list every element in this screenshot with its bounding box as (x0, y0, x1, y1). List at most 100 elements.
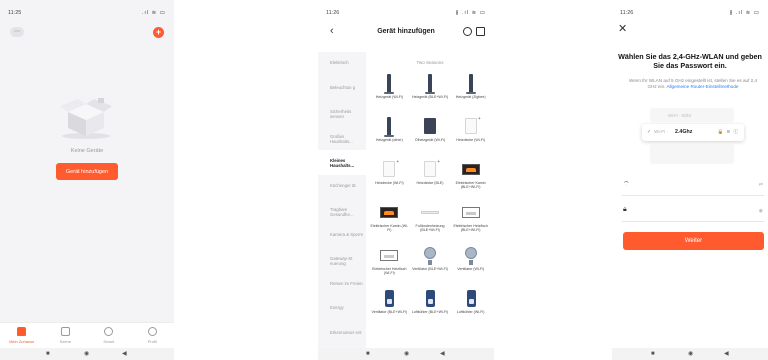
device-item[interactable]: Ölheizgerät (Wi-Fi) (410, 116, 451, 159)
heated-blanket-image (462, 116, 481, 136)
back-key-icon[interactable]: ◀ (440, 351, 445, 357)
smart-icon (104, 327, 114, 336)
empty-state-text: Keine Geräte (70, 148, 104, 154)
device-label: Heizdecke (Wi-Fi) (375, 181, 404, 185)
recents-key-icon[interactable]: ■ (651, 351, 655, 357)
qr-scan-icon[interactable] (476, 27, 485, 36)
back-key-icon[interactable]: ◀ (122, 351, 127, 357)
tab-label: Profil (147, 339, 157, 344)
air-cooler-image (421, 288, 439, 308)
device-label: Heizgerät (Zigbee) (455, 95, 486, 99)
auto-scan-icon[interactable] (463, 27, 472, 36)
category-item[interactable]: Küchenger ät (318, 175, 366, 200)
check-icon: ✓ (647, 129, 652, 135)
device-item[interactable]: Luftkühler (BLE+Wi-Fi) (410, 288, 451, 331)
radiator-image (380, 116, 398, 137)
device-item[interactable]: Ventilator (Wi-Fi) (450, 245, 491, 288)
system-nav-bar: ■ ◉ ◀ (318, 348, 494, 360)
show-password-icon[interactable]: ◉ (759, 208, 763, 214)
device-shape (465, 74, 476, 94)
device-item[interactable]: Heizdecke (BLE) (410, 159, 451, 202)
air-cooler-image (462, 288, 480, 308)
category-item[interactable]: Kamera & Sperre (318, 224, 366, 249)
add-device-button[interactable]: Gerät hinzufügen (56, 163, 118, 180)
device-item[interactable]: Luftkühler (Wi-Fi) (450, 288, 491, 331)
device-item[interactable]: Ventilator (BLE+Wi-Fi) (369, 288, 410, 331)
tab-label: Smart (103, 339, 115, 344)
wifi-icon: ⌔ (623, 181, 630, 188)
tab-label: Mein Zuhause (9, 339, 35, 344)
heater-image (461, 202, 480, 222)
category-item[interactable]: Beleuchtun g (318, 77, 366, 102)
empty-box-illustration (60, 98, 112, 139)
category-item[interactable]: Großes Haushalts... (318, 126, 366, 151)
device-item[interactable]: Elektrischer Heizfisch (BLE+Wi-Fi) (450, 202, 491, 245)
tab-scene[interactable]: Szene (44, 323, 88, 348)
category-item[interactable]: Energy (318, 297, 366, 322)
recents-key-icon[interactable]: ■ (366, 351, 370, 357)
device-item[interactable]: Heizgerät (other) (369, 116, 410, 159)
device-item[interactable]: Elektrischer Kamin (BLE+Wi-Fi) (450, 159, 491, 202)
device-shape (423, 118, 436, 134)
device-label: Luftkühler (BLE+Wi-Fi) (411, 310, 449, 314)
screen-home: 11:25 .ıl ≋ ▭ ⋯ + Keine Geräte Gerät hin… (0, 0, 174, 360)
status-time: 11:26 (620, 10, 634, 16)
close-icon[interactable]: ✕ (618, 24, 627, 35)
category-item[interactable]: Gateway-St euerung (318, 248, 366, 273)
tab-smart[interactable]: Smart (87, 323, 131, 348)
password-field[interactable]: 🔒︎ ◉ (622, 202, 764, 222)
category-item[interactable]: Erkennunser ent (318, 322, 366, 347)
radiator-image (380, 73, 398, 94)
home-switcher-icon[interactable]: ⋯ (10, 27, 24, 37)
router-settings-link[interactable]: Allgemeine Router-Einstellmethode (666, 84, 738, 89)
category-item[interactable]: Elektrisch (318, 52, 366, 77)
device-label: Elektrischer Kamin (BLE+Wi-Fi) (455, 181, 486, 190)
profile-icon (147, 327, 157, 336)
heated-blanket-image (421, 159, 440, 179)
scene-icon (60, 327, 70, 336)
home-key-icon[interactable]: ◉ (404, 351, 409, 357)
device-shape (461, 164, 480, 175)
add-icon[interactable]: + (153, 27, 164, 38)
home-key-icon[interactable]: ◉ (84, 351, 89, 357)
device-item[interactable]: Heizgerät (BLE+Wi-Fi) (410, 73, 451, 116)
device-shape (425, 290, 435, 307)
system-nav-bar: ■ ◉ ◀ (0, 348, 174, 360)
device-shape (423, 247, 436, 265)
device-label: Heizgerät (Wi-Fi) (375, 95, 403, 99)
device-label: Heizdecke (BLE) (416, 181, 444, 185)
wifi-description: Wenn Ihr WLAN auf 5 GHz eingestellt ist,… (626, 78, 760, 90)
screen-wifi-setup: 11:26 ∦ .ıl ≋ ▭ ✕ Wählen Sie das 2,4-GHz… (612, 0, 768, 360)
category-item[interactable]: Reisen im Freien (318, 273, 366, 298)
ghost-row-label: Wi-Fi · 5Ghz (668, 113, 692, 118)
ssid-field[interactable]: ⌔ ⇄ (622, 176, 764, 196)
device-item[interactable]: Heizdecke (Wi-Fi) (369, 159, 410, 202)
status-bar: 11:25 .ıl ≋ ▭ (8, 10, 166, 20)
device-item[interactable]: Elektrischer Kamin (Wi-Fi) (369, 202, 410, 245)
device-shape (380, 207, 399, 218)
status-icons: ∦ .ıl ≋ ▭ (729, 10, 760, 16)
device-item[interactable]: Heizgerät (Wi-Fi) (369, 73, 410, 116)
device-item[interactable]: Heizgerät (Zigbee) (450, 73, 491, 116)
device-label: Ventilator (BLE+Wi-Fi) (412, 267, 448, 271)
tab-profile[interactable]: Profil (131, 323, 175, 348)
device-item[interactable]: Heizdecke (Wi-Fi) (450, 116, 491, 159)
back-key-icon[interactable]: ◀ (724, 351, 729, 357)
category-item[interactable]: Tragbare Gesundhe... (318, 199, 366, 224)
screen-add-device: 11:26 ∦ .ıl ≋ ▭ ‹ Gerät hinzufügen Elekt… (318, 0, 494, 360)
home-key-icon[interactable]: ◉ (688, 351, 693, 357)
device-shape (384, 74, 395, 94)
radiator-image (462, 73, 480, 94)
heated-blanket-image (380, 159, 399, 179)
device-item[interactable]: Fußbodenheizung (BLE+Wi-Fi) (410, 202, 451, 245)
recents-key-icon[interactable]: ■ (46, 351, 50, 357)
device-item[interactable]: Ventilator (BLE+Wi-Fi) (410, 245, 451, 288)
device-grid: Heizgerät (Wi-Fi) Heizgerät (BLE+Wi-Fi) He… (369, 73, 491, 331)
category-item[interactable]: Sicherheits sensen (318, 101, 366, 126)
device-item[interactable]: Elektrischer Heizfisch (Wi-Fi) (369, 245, 410, 288)
device-label: Elektrischer Heizfisch (Wi-Fi) (372, 267, 407, 276)
switch-network-icon[interactable]: ⇄ (759, 182, 763, 188)
category-item[interactable]: Kleines Haushalts... (318, 150, 366, 175)
next-button[interactable]: Weiter (623, 232, 764, 250)
tab-home[interactable]: Mein Zuhause (0, 323, 44, 348)
